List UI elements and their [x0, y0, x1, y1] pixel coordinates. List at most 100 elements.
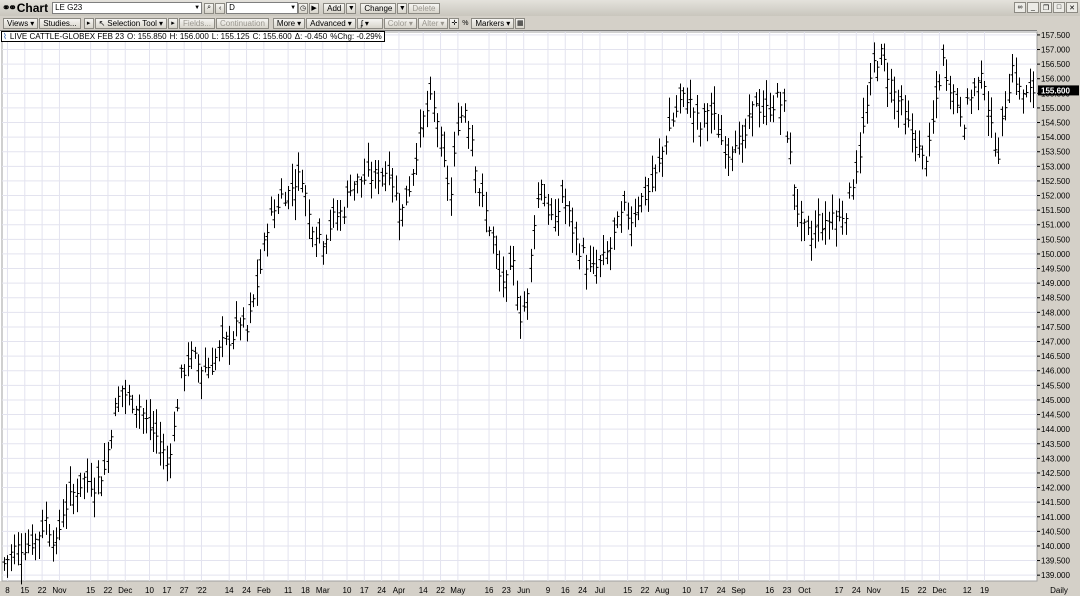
interval-input[interactable]: D ▼	[226, 2, 299, 14]
x-tick-label: 17	[162, 586, 171, 595]
y-tick-label: 141.500	[1041, 498, 1070, 507]
restore-icon[interactable]: ❐	[1040, 2, 1052, 13]
x-tick-label: 14	[419, 586, 428, 595]
window-title: Chart	[16, 1, 49, 15]
symbol-dropdown-icon[interactable]: ▼	[194, 3, 200, 13]
draw-dropdown-icon: ▾	[364, 18, 369, 28]
interval-dropdown-icon[interactable]: ▼	[290, 3, 296, 13]
color-button[interactable]: Color ▾	[383, 17, 417, 29]
views-label: Views	[7, 18, 29, 28]
calendar-icon[interactable]: ▦	[515, 17, 526, 29]
find-symbol-icon[interactable]: ⌕	[204, 2, 215, 14]
next-arrow-icon[interactable]: ▸	[167, 17, 178, 29]
x-tick-label: 10	[682, 586, 691, 595]
views-button[interactable]: Views ▾	[3, 17, 39, 29]
x-tick-label: Jul	[595, 586, 605, 595]
more-dropdown-icon: ▾	[297, 18, 302, 28]
continuation-button[interactable]: Continuation	[215, 17, 269, 29]
x-tick-label: Mar	[316, 586, 330, 595]
clock-icon[interactable]: ◷	[298, 2, 309, 14]
views-dropdown-icon: ▾	[30, 18, 35, 28]
delete-button[interactable]: Delete	[408, 2, 440, 14]
y-tick-label: 144.500	[1041, 411, 1070, 420]
x-tick-label: 23	[783, 586, 792, 595]
interval-axis-label: Daily	[1050, 586, 1068, 595]
fields-label: Fields...	[182, 18, 211, 28]
y-tick-label: 151.500	[1041, 206, 1070, 215]
alter-button[interactable]: Alter ▾	[417, 17, 449, 29]
arrow-right-icon[interactable]: ▸	[83, 17, 94, 29]
change-dropdown-icon[interactable]: ▼	[397, 2, 408, 14]
y-tick-label: 145.000	[1041, 396, 1070, 405]
percent-label: %	[462, 19, 469, 27]
y-tick-label: 156.000	[1041, 75, 1070, 84]
y-tick-label: 150.000	[1041, 250, 1070, 259]
delete-label: Delete	[412, 3, 436, 13]
y-tick-label: 148.000	[1041, 308, 1070, 317]
x-tick-label: Apr	[393, 586, 406, 595]
interval-arrow-icon[interactable]: ‹	[215, 2, 226, 14]
last-price-label: 155.600	[1041, 86, 1070, 95]
percent-toggle[interactable]: %	[460, 18, 470, 29]
x-tick-label: 22	[641, 586, 650, 595]
y-tick-label: 143.500	[1041, 440, 1070, 449]
close-value: C: 155.600	[252, 32, 292, 41]
x-tick-label: 19	[980, 586, 989, 595]
play-icon[interactable]: ▶	[309, 2, 320, 14]
more-button[interactable]: More ▾	[272, 17, 306, 29]
x-tick-label: 23	[502, 586, 511, 595]
price-chart[interactable]: 157.500157.000156.500156.000155.500155.0…	[0, 30, 1080, 596]
maximize-icon[interactable]: □	[1053, 2, 1065, 13]
x-tick-label: Feb	[257, 586, 271, 595]
add-label: Add	[327, 3, 342, 13]
pct-change-value: %Chg: -0.29%	[330, 32, 382, 41]
y-tick-label: 157.000	[1041, 46, 1070, 55]
symbol-input[interactable]: LE G23 ▼	[52, 2, 203, 14]
close-icon[interactable]: ✕	[1066, 2, 1078, 13]
bar-style-icon: ʄ	[360, 18, 363, 28]
studies-button[interactable]: Studies...	[39, 17, 81, 29]
x-tick-label: 17	[835, 586, 844, 595]
x-tick-label: Nov	[52, 586, 66, 595]
add-dropdown-icon[interactable]: ▼	[346, 2, 357, 14]
draw-tool-button[interactable]: ʄ ▾	[356, 17, 383, 29]
minimize-icon[interactable]: _	[1027, 2, 1039, 13]
x-tick-label: 24	[717, 586, 726, 595]
x-tick-label: 16	[485, 586, 494, 595]
link-icon[interactable]: ∞	[1014, 2, 1026, 13]
y-tick-label: 155.000	[1041, 104, 1070, 113]
y-tick-label: 154.500	[1041, 119, 1070, 128]
fields-button[interactable]: Fields...	[178, 17, 215, 29]
high-value: H: 156.000	[169, 32, 209, 41]
x-tick-label: 24	[578, 586, 587, 595]
symbol-value: LE G23	[55, 3, 83, 12]
crosshair-icon[interactable]: ✛	[449, 17, 460, 29]
y-tick-label: 147.000	[1041, 338, 1070, 347]
x-tick-label: Jun	[517, 586, 530, 595]
continuation-label: Continuation	[219, 18, 265, 28]
series-style-icon: ⌇	[3, 32, 7, 41]
change-button[interactable]: Change	[360, 2, 397, 14]
chart-toolbar: Views ▾ Studies... ▸ ↖ Selection Tool ▾ ▸ F…	[0, 16, 1080, 30]
alter-dropdown-icon: ▾	[440, 18, 445, 28]
x-tick-label: 22	[38, 586, 47, 595]
x-tick-label: 22	[436, 586, 445, 595]
markers-button[interactable]: Markers ▾	[471, 17, 515, 29]
y-tick-label: 142.500	[1041, 469, 1070, 478]
more-label: More	[276, 18, 296, 28]
change-value: Δ: -0.450	[294, 32, 328, 41]
window-controls: ∞ _ ❐ □ ✕	[1014, 2, 1078, 13]
y-tick-label: 152.500	[1041, 177, 1070, 186]
x-tick-label: 15	[20, 586, 29, 595]
advanced-button[interactable]: Advanced ▾	[306, 17, 356, 29]
selection-tool-button[interactable]: ↖ Selection Tool ▾	[94, 17, 167, 29]
y-tick-label: 154.000	[1041, 133, 1070, 142]
y-tick-label: 143.000	[1041, 454, 1070, 463]
color-label: Color	[387, 18, 407, 28]
markers-dropdown-icon: ▾	[506, 18, 511, 28]
add-button[interactable]: Add	[323, 2, 346, 14]
x-tick-label: 8	[5, 586, 10, 595]
x-tick-label: Sep	[731, 586, 746, 595]
y-tick-label: 152.000	[1041, 192, 1070, 201]
x-tick-label: 15	[900, 586, 909, 595]
